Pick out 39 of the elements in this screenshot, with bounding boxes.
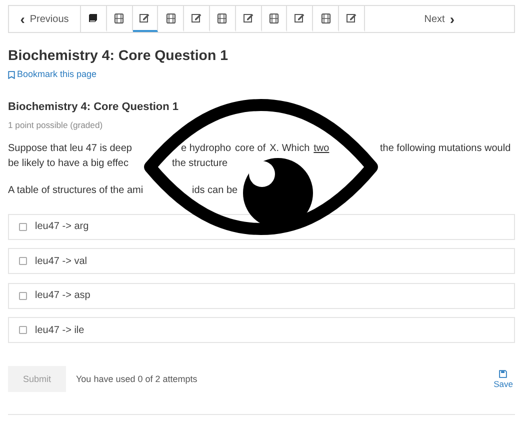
- question-text: A table of structures of the ami: [8, 184, 144, 198]
- question-text: the structure: [172, 157, 228, 171]
- film-icon: [320, 12, 331, 24]
- bookmark-icon: [8, 70, 15, 78]
- answer-option[interactable]: leu47 -> arg: [8, 214, 515, 240]
- save-button[interactable]: Save: [494, 370, 513, 389]
- checkbox[interactable]: [19, 257, 27, 266]
- film-icon: [114, 12, 124, 24]
- edit-icon: [242, 13, 254, 23]
- checkbox[interactable]: [19, 292, 27, 300]
- checkbox[interactable]: [19, 222, 27, 230]
- edit-icon: [139, 13, 150, 23]
- problem-title: Biochemistry 4: Core Question 1: [8, 101, 179, 114]
- answer-option[interactable]: leu47 -> val: [8, 248, 515, 274]
- question-text: ids can be: [192, 184, 238, 198]
- chevron-right-icon: ›: [450, 11, 454, 27]
- film-icon: [217, 12, 228, 24]
- answer-option[interactable]: leu47 -> asp: [8, 282, 515, 309]
- unit-tab[interactable]: [132, 6, 158, 32]
- question-text: e hydropho: [181, 142, 232, 156]
- question-text: the following mutations would: [380, 142, 511, 156]
- question-text: core of: [235, 142, 266, 156]
- attempts-text: You have used 0 of 2 attempts: [76, 374, 198, 384]
- question-text: Suppose that leu 47 is deep: [8, 142, 132, 156]
- edit-icon: [294, 13, 306, 23]
- film-icon: [166, 12, 176, 24]
- book-icon: [88, 13, 98, 23]
- film-icon: [268, 12, 279, 24]
- edit-icon: [191, 13, 202, 23]
- bookmark-link[interactable]: Bookmark this page: [8, 69, 97, 80]
- checkbox[interactable]: [19, 326, 27, 334]
- edit-icon: [346, 13, 357, 23]
- underlined-word: two: [314, 142, 330, 156]
- points-text: 1 point possible (graded): [8, 120, 103, 130]
- chevron-left-icon: ‹: [20, 11, 25, 27]
- page-title: Biochemistry 4: Core Question 1: [8, 48, 228, 65]
- question-text: X. Which: [270, 142, 310, 156]
- question-text: be likely to have a big effec: [8, 157, 128, 171]
- answer-option[interactable]: leu47 -> ile: [8, 317, 515, 344]
